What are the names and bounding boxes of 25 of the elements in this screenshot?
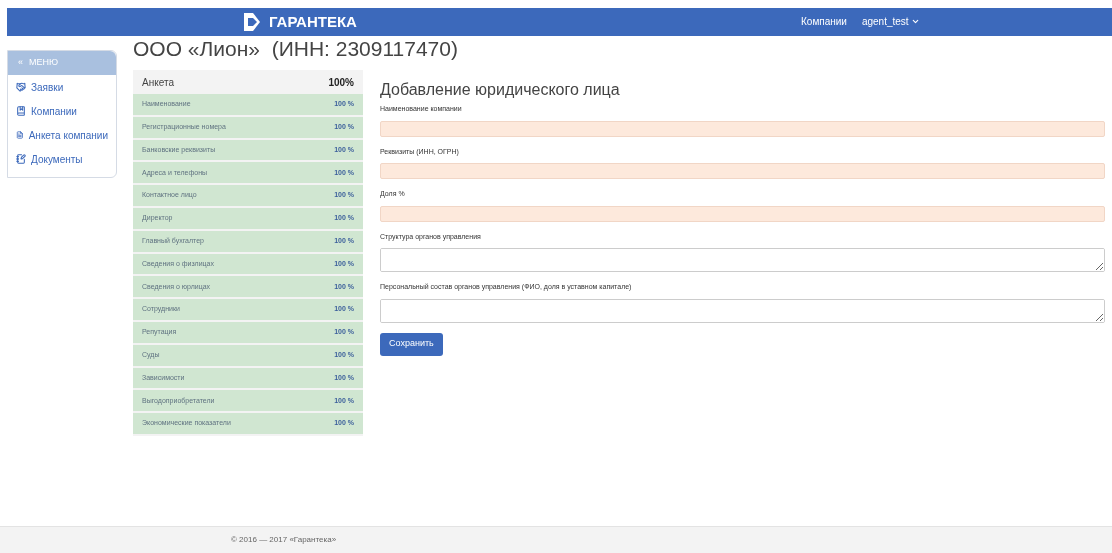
- save-button[interactable]: Сохранить: [380, 332, 443, 356]
- sidebar-item[interactable]: Анкета компании: [8, 123, 116, 147]
- document-icon: [16, 130, 24, 140]
- nav-link[interactable]: Компании: [801, 14, 847, 29]
- form-title: Добавление юридического лица: [380, 80, 621, 100]
- input-field[interactable]: [380, 205, 1105, 222]
- text-area[interactable]: [380, 298, 1105, 323]
- caret-icon: [910, 17, 920, 26]
- sidebar-item[interactable]: Компании: [8, 99, 116, 123]
- brand-name: ГАРАНТЕКА: [269, 12, 357, 32]
- handshake-icon: [16, 82, 26, 92]
- total-percent: 100%: [328, 75, 354, 90]
- notebook-icon: [16, 154, 26, 164]
- input-field[interactable]: [380, 163, 1105, 179]
- page-title: ООО «Лион» (ИНН: 2309117470): [133, 36, 459, 62]
- collapse-icon: «: [18, 56, 23, 70]
- book-icon: [16, 106, 26, 116]
- sidebar-item[interactable]: Заявки: [8, 75, 116, 99]
- sidebar-item[interactable]: Документы: [8, 147, 116, 171]
- copyright: © 2016 — 2017 «Гарантека»: [231, 534, 337, 546]
- text-area[interactable]: [380, 248, 1105, 272]
- menu-title: МЕНЮ: [29, 56, 59, 70]
- input-field[interactable]: [380, 120, 1105, 137]
- user-menu[interactable]: agent_test: [861, 14, 920, 29]
- table-title: Анкета: [142, 75, 174, 90]
